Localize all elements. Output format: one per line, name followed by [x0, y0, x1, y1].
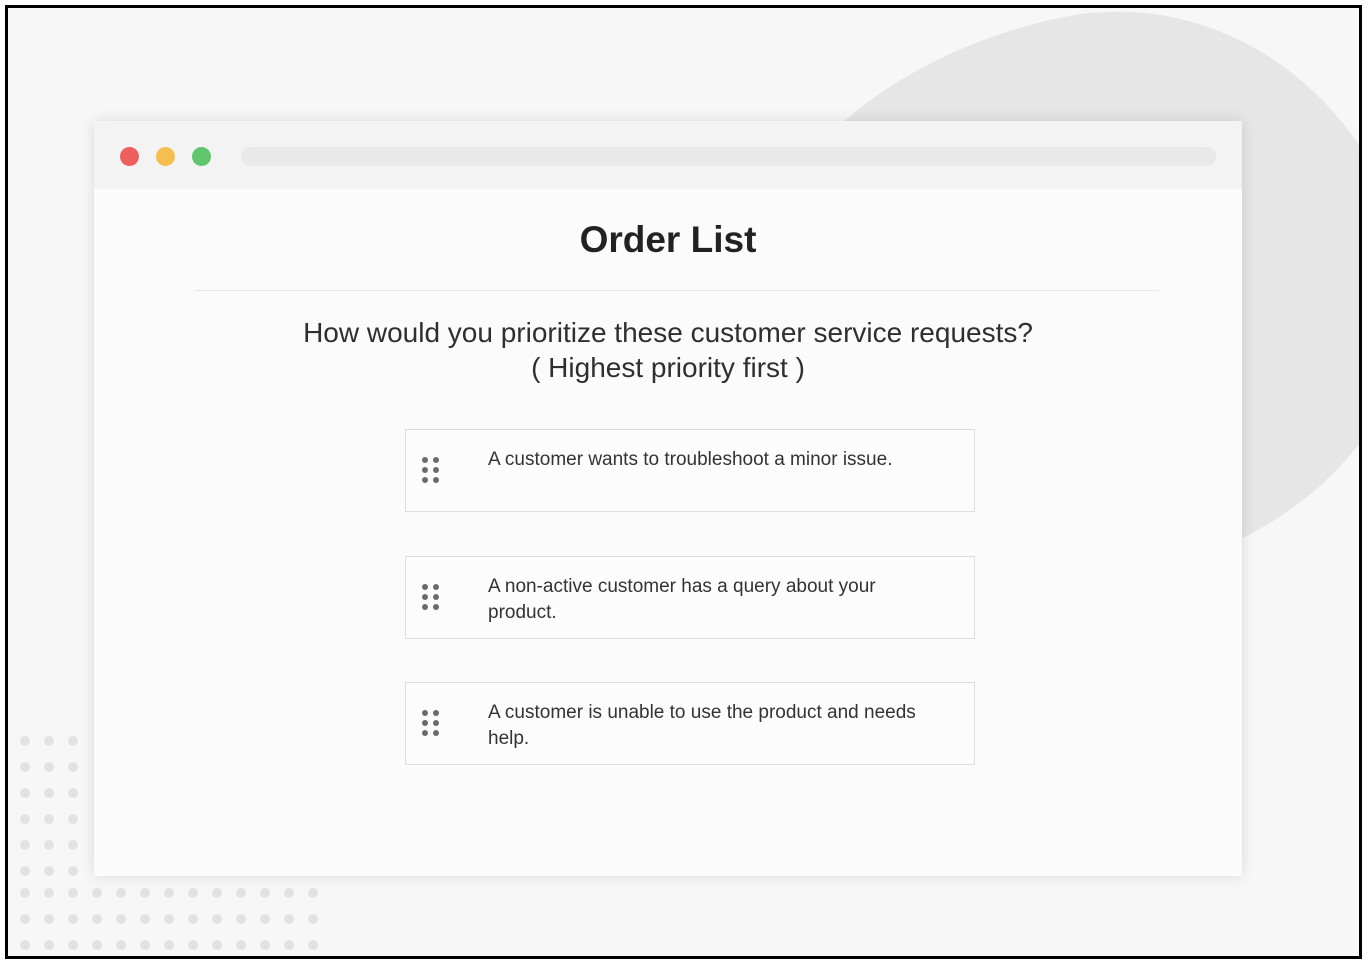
decorative-dot — [212, 914, 222, 924]
decorative-dot — [92, 940, 102, 950]
decorative-dot — [188, 888, 198, 898]
decorative-dot — [212, 940, 222, 950]
decorative-dot — [284, 940, 294, 950]
decorative-dot — [140, 914, 150, 924]
decorative-dot — [44, 762, 54, 772]
decorative-dot — [20, 840, 30, 850]
page-title: Order List — [579, 219, 757, 260]
decorative-dot — [20, 788, 30, 798]
decorative-dot — [68, 940, 78, 950]
order-item-label: A non-active customer has a query about … — [488, 576, 876, 623]
decorative-dot — [116, 940, 126, 950]
address-bar[interactable] — [241, 147, 1216, 166]
decorative-dot — [308, 888, 318, 898]
title-divider — [194, 290, 1159, 291]
decorative-dot — [68, 914, 78, 924]
decorative-dot — [116, 914, 126, 924]
decorative-dot — [20, 762, 30, 772]
decorative-dot — [44, 888, 54, 898]
decorative-dot — [44, 914, 54, 924]
decorative-dot — [164, 888, 174, 898]
decorative-dot — [236, 940, 246, 950]
decorative-dot — [140, 940, 150, 950]
decorative-dot-grid-bottom — [13, 880, 325, 956]
screenshot-frame: Order List How would you prioritize thes… — [5, 5, 1362, 959]
decorative-dot — [20, 814, 30, 824]
decorative-dot — [68, 840, 78, 850]
decorative-dot — [308, 940, 318, 950]
decorative-dot — [212, 888, 222, 898]
decorative-dot — [92, 888, 102, 898]
decorative-dot — [164, 940, 174, 950]
decorative-dot — [20, 914, 30, 924]
close-window-button[interactable] — [120, 147, 139, 166]
decorative-dot — [236, 888, 246, 898]
decorative-dot — [260, 940, 270, 950]
drag-handle-icon[interactable] — [422, 584, 444, 614]
decorative-dot — [188, 914, 198, 924]
question-prompt: How would you prioritize these customer … — [94, 315, 1242, 385]
decorative-dot — [68, 814, 78, 824]
order-item-label: A customer wants to troubleshoot a minor… — [488, 449, 893, 470]
decorative-dot — [140, 888, 150, 898]
decorative-dot — [20, 888, 30, 898]
decorative-dot — [164, 914, 174, 924]
drag-handle-icon[interactable] — [422, 457, 444, 487]
decorative-dot — [236, 914, 246, 924]
order-item[interactable]: A customer is unable to use the product … — [405, 682, 975, 765]
decorative-dot — [44, 940, 54, 950]
decorative-dot — [44, 788, 54, 798]
decorative-dot — [44, 840, 54, 850]
decorative-dot — [284, 888, 294, 898]
decorative-dot — [68, 788, 78, 798]
drag-handle-icon[interactable] — [422, 710, 444, 740]
decorative-dot — [44, 866, 54, 876]
decorative-dot — [68, 866, 78, 876]
window-titlebar — [94, 121, 1242, 189]
decorative-dot — [68, 762, 78, 772]
decorative-dot — [20, 866, 30, 876]
page-content: Order List How would you prioritize thes… — [94, 189, 1242, 876]
order-item[interactable]: A customer wants to troubleshoot a minor… — [405, 429, 975, 512]
maximize-window-button[interactable] — [192, 147, 211, 166]
decorative-dot — [188, 940, 198, 950]
decorative-dot — [20, 736, 30, 746]
decorative-dot — [92, 914, 102, 924]
decorative-dot — [116, 888, 126, 898]
question-text: How would you prioritize these customer … — [303, 317, 1033, 348]
order-item[interactable]: A non-active customer has a query about … — [405, 556, 975, 639]
decorative-dot — [308, 914, 318, 924]
minimize-window-button[interactable] — [156, 147, 175, 166]
question-subtext: ( Highest priority first ) — [531, 352, 805, 383]
decorative-dot — [44, 736, 54, 746]
decorative-dot — [260, 888, 270, 898]
decorative-dot-grid-left — [13, 728, 85, 884]
decorative-dot — [68, 888, 78, 898]
decorative-dot — [68, 736, 78, 746]
decorative-dot — [20, 940, 30, 950]
decorative-dot — [44, 814, 54, 824]
decorative-dot — [284, 914, 294, 924]
order-item-label: A customer is unable to use the product … — [488, 702, 916, 749]
browser-window: Order List How would you prioritize thes… — [94, 121, 1242, 876]
decorative-dot — [260, 914, 270, 924]
